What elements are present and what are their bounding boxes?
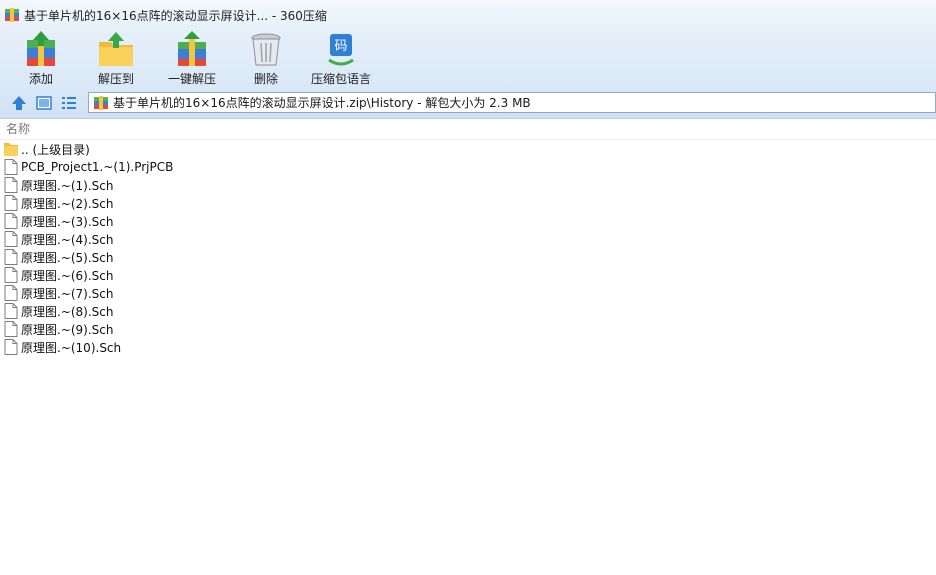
list-item[interactable]: 原理图.~(1).Sch — [0, 176, 936, 194]
list-item[interactable]: 原理图.~(5).Sch — [0, 248, 936, 266]
file-name: 原理图.~(8).Sch — [21, 304, 114, 319]
up-arrow-icon[interactable] — [10, 94, 28, 112]
trash-icon — [251, 33, 281, 66]
file-name: 原理图.~(6).Sch — [21, 268, 114, 283]
file-icon — [4, 159, 18, 175]
column-header-name[interactable]: 名称 — [0, 119, 936, 140]
add-archive-icon — [27, 31, 55, 66]
list-item[interactable]: 原理图.~(8).Sch — [0, 302, 936, 320]
file-name: 原理图.~(3).Sch — [21, 214, 114, 229]
one-click-extract-button[interactable]: 一键解压 — [164, 30, 220, 88]
file-icon — [4, 249, 18, 265]
address-path: 基于单片机的16×16点阵的滚动显示屏设计.zip\History - 解包大小… — [113, 96, 531, 110]
file-name: 原理图.~(10).Sch — [21, 340, 122, 355]
archive-icon — [5, 8, 19, 22]
file-name: 原理图.~(9).Sch — [21, 322, 114, 337]
list-item[interactable]: 原理图.~(6).Sch — [0, 266, 936, 284]
list-item[interactable]: 原理图.~(10).Sch — [0, 338, 936, 356]
list-item[interactable]: 原理图.~(2).Sch — [0, 194, 936, 212]
add-button[interactable]: 添加 — [18, 30, 64, 88]
file-name: 原理图.~(1).Sch — [21, 178, 114, 193]
file-name: 原理图.~(5).Sch — [21, 250, 114, 265]
file-icon — [4, 267, 18, 283]
extract-to-label: 解压到 — [97, 72, 134, 86]
archive-icon — [94, 95, 108, 110]
large-icons-view-icon[interactable] — [35, 94, 53, 112]
app-window: 基于单片机的16×16点阵的滚动显示屏设计... - 360压缩 添加 解压到 … — [0, 0, 936, 575]
archive-language-button[interactable]: 码 压缩包语言 — [308, 30, 374, 88]
title-bar[interactable]: 基于单片机的16×16点阵的滚动显示屏设计... - 360压缩 — [0, 0, 936, 30]
file-name: .. (上级目录) — [21, 142, 90, 157]
file-icon — [4, 231, 18, 247]
file-icon — [4, 213, 18, 229]
toolbar: 添加 解压到 一键解压 删除 码 压缩包语言 — [0, 30, 936, 88]
extract-folder-icon — [99, 32, 133, 66]
file-icon — [4, 285, 18, 301]
list-item[interactable]: PCB_Project1.~(1).PrjPCB — [0, 158, 936, 176]
file-name: PCB_Project1.~(1).PrjPCB — [21, 160, 174, 174]
file-icon — [4, 177, 18, 193]
file-rows: .. (上级目录) PCB_Project1.~(1).PrjPCB 原理图.~(1… — [0, 140, 936, 356]
file-icon — [4, 321, 18, 337]
file-icon — [4, 303, 18, 319]
file-icon — [4, 195, 18, 211]
list-view-icon[interactable] — [60, 94, 78, 112]
file-list: 名称 .. (上级目录) PCB_Project1.~(1).PrjPCB 原理图.… — [0, 119, 936, 575]
list-item[interactable]: .. (上级目录) — [0, 140, 936, 158]
language-code-icon: 码 — [328, 34, 354, 66]
extract-to-button[interactable]: 解压到 — [90, 30, 142, 88]
file-name: 原理图.~(4).Sch — [21, 232, 114, 247]
file-icon — [4, 339, 18, 355]
address-bar: 基于单片机的16×16点阵的滚动显示屏设计.zip\History - 解包大小… — [0, 90, 936, 116]
language-icon-glyph: 码 — [334, 39, 347, 54]
list-item[interactable]: 原理图.~(3).Sch — [0, 212, 936, 230]
list-item[interactable]: 原理图.~(7).Sch — [0, 284, 936, 302]
delete-button[interactable]: 删除 — [246, 30, 286, 88]
list-item[interactable]: 原理图.~(9).Sch — [0, 320, 936, 338]
window-title: 基于单片机的16×16点阵的滚动显示屏设计... - 360压缩 — [24, 8, 327, 23]
file-name: 原理图.~(2).Sch — [21, 196, 114, 211]
language-label: 压缩包语言 — [310, 72, 371, 86]
one-click-extract-label: 一键解压 — [167, 72, 216, 86]
address-field[interactable]: 基于单片机的16×16点阵的滚动显示屏设计.zip\History - 解包大小… — [88, 92, 936, 113]
folder-icon — [4, 143, 18, 156]
delete-label: 删除 — [253, 72, 278, 86]
file-name: 原理图.~(7).Sch — [21, 286, 114, 301]
one-click-extract-icon — [178, 31, 206, 66]
list-item[interactable]: 原理图.~(4).Sch — [0, 230, 936, 248]
window-chrome: 基于单片机的16×16点阵的滚动显示屏设计... - 360压缩 添加 解压到 … — [0, 0, 936, 119]
add-label: 添加 — [28, 72, 53, 86]
